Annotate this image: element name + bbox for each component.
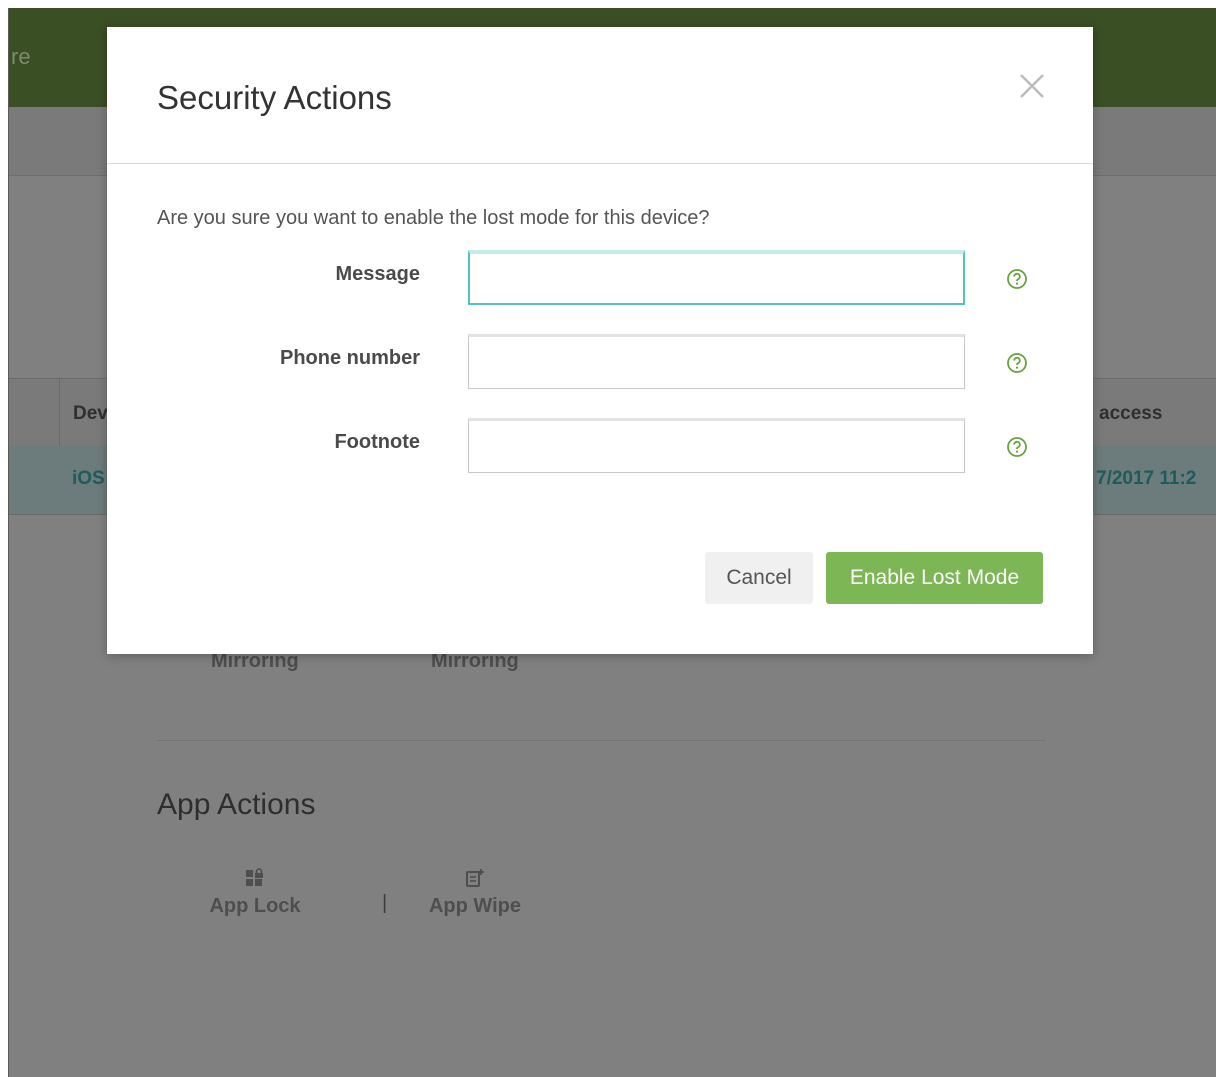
confirmation-question: Are you sure you want to enable the lost… <box>157 207 710 229</box>
message-input[interactable] <box>468 250 965 305</box>
footnote-label: Footnote <box>334 431 420 453</box>
app-lock-icon <box>200 868 310 893</box>
message-label: Message <box>335 263 421 285</box>
security-actions-dialog: Security Actions Are you sure you want t… <box>107 27 1093 654</box>
phone-number-label: Phone number <box>279 347 420 369</box>
column-header-device: Dev <box>73 403 108 424</box>
close-icon[interactable] <box>1015 69 1049 103</box>
help-icon[interactable] <box>1006 268 1028 290</box>
cell-platform: iOS <box>72 468 105 489</box>
dialog-title: Security Actions <box>157 79 392 116</box>
app-wipe-label: App Wipe <box>428 895 522 917</box>
app-wipe-icon <box>420 868 530 893</box>
phone-number-input[interactable] <box>468 334 965 389</box>
app-brand-fragment: re <box>11 44 31 69</box>
app-actions-heading: App Actions <box>157 788 316 821</box>
cell-last-access: 7/2017 11:2 <box>1096 468 1197 489</box>
app-wipe-action: App Wipe <box>420 868 530 918</box>
cancel-button[interactable]: Cancel <box>705 552 813 604</box>
section-divider <box>157 740 1045 741</box>
column-divider <box>59 379 60 446</box>
app-lock-action: App Lock <box>200 868 310 918</box>
column-header-last-access: access <box>1099 403 1163 424</box>
action-separator: | <box>382 892 388 914</box>
dialog-header-divider <box>107 163 1093 164</box>
enable-lost-mode-button[interactable]: Enable Lost Mode <box>826 552 1043 604</box>
help-icon[interactable] <box>1006 352 1028 374</box>
app-lock-label: App Lock <box>209 895 301 917</box>
help-icon[interactable] <box>1006 436 1028 458</box>
footnote-input[interactable] <box>468 418 965 473</box>
